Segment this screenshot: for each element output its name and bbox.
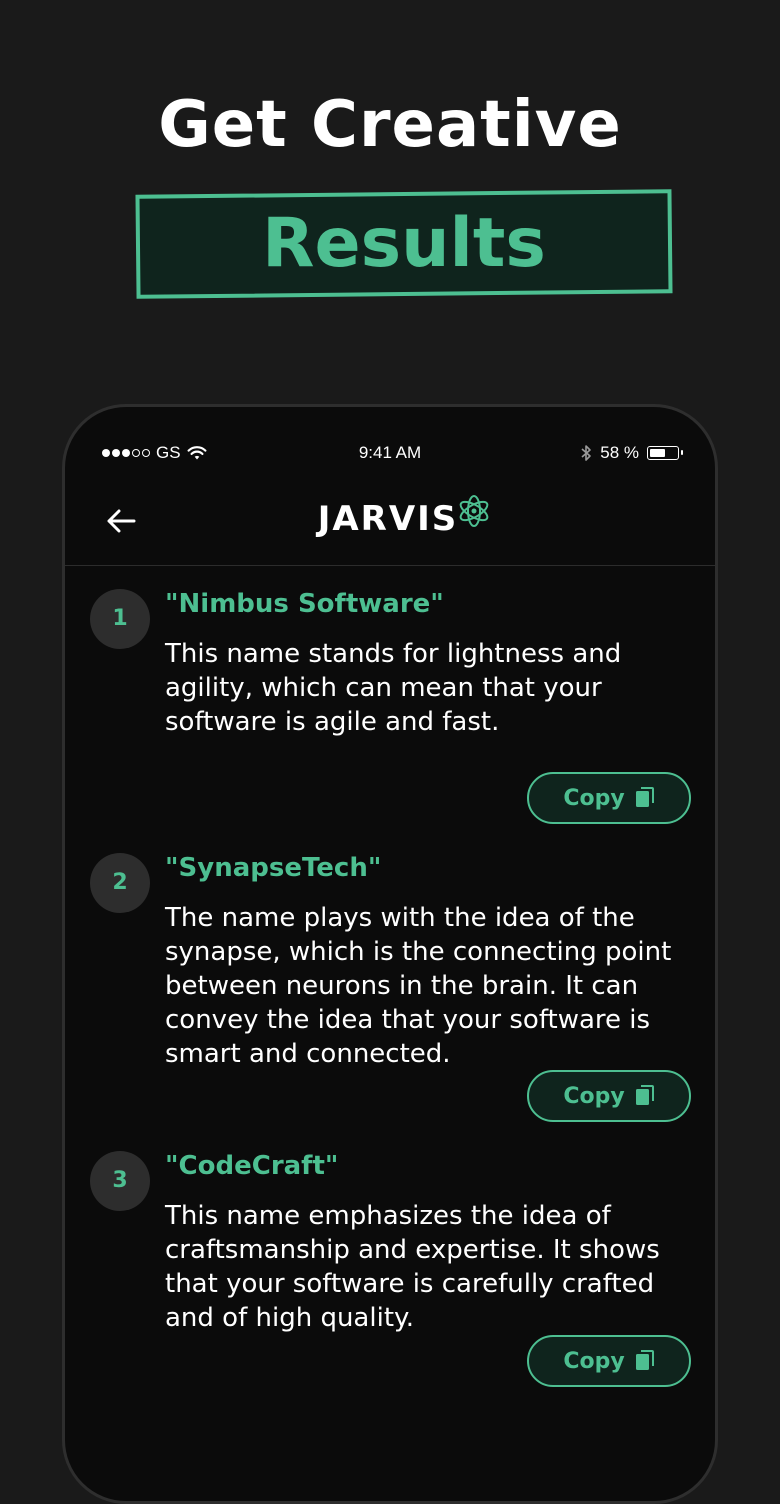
- copy-icon: [635, 787, 654, 807]
- atom-icon: [459, 495, 489, 527]
- result-description: This name emphasizes the idea of craftsm…: [165, 1201, 660, 1333]
- copy-button[interactable]: Copy: [527, 772, 691, 824]
- copy-button-label: Copy: [563, 1083, 625, 1109]
- copy-button[interactable]: Copy: [527, 1335, 691, 1387]
- result-number-badge: 1: [90, 589, 150, 649]
- status-bar: GS 9:41 AM 58 %: [65, 439, 715, 469]
- battery-level-fill: [649, 448, 665, 457]
- result-number-badge: 3: [90, 1151, 150, 1211]
- result-title: "SynapseTech": [165, 853, 382, 883]
- battery-icon: [647, 446, 683, 460]
- brand-name: JARVIS: [317, 499, 459, 539]
- nav-bar: JARVIS: [65, 487, 715, 566]
- copy-icon: [635, 1085, 654, 1105]
- result-description: This name stands for lightness and agili…: [165, 639, 622, 737]
- result-description: The name plays with the idea of the syna…: [165, 903, 672, 1069]
- hero-title: Get Creative: [158, 88, 622, 162]
- copy-button-label: Copy: [563, 1348, 625, 1374]
- results-highlight-text: Results: [262, 204, 546, 283]
- battery-percentage: 58 %: [600, 443, 639, 462]
- phone-frame: GS 9:41 AM 58 % JARVIS 1 "Nimbus Softwar…: [62, 404, 718, 1504]
- status-right: 58 %: [580, 443, 683, 463]
- bluetooth-icon: [580, 444, 592, 462]
- brand-logo: JARVIS: [65, 495, 715, 539]
- result-title: "CodeCraft": [165, 1151, 339, 1181]
- copy-button-label: Copy: [563, 785, 625, 811]
- copy-icon: [635, 1350, 654, 1370]
- result-title: "Nimbus Software": [165, 589, 444, 619]
- result-number-badge: 2: [90, 853, 150, 913]
- copy-button[interactable]: Copy: [527, 1070, 691, 1122]
